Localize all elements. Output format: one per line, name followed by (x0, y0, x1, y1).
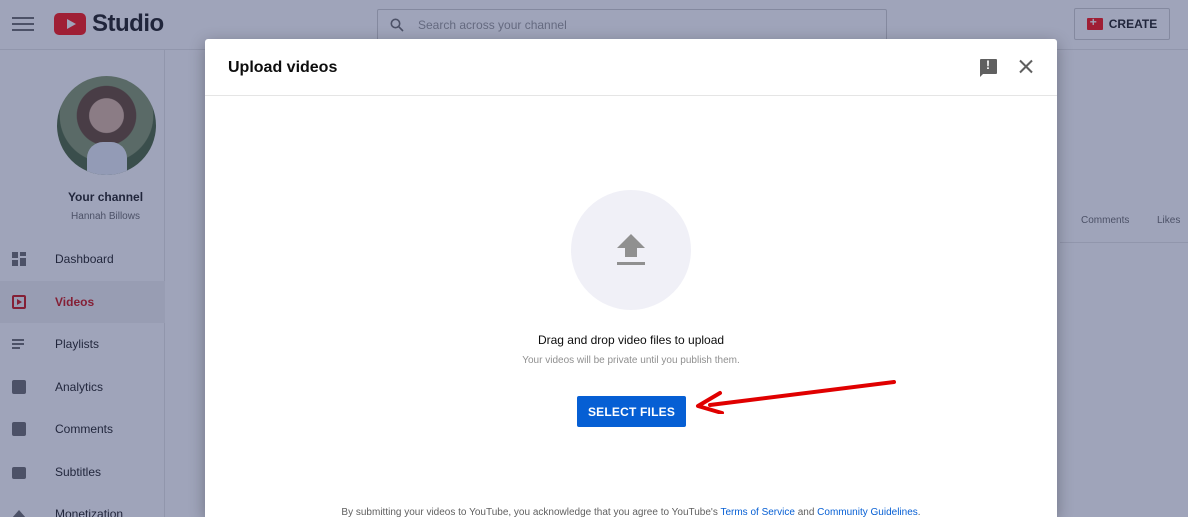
privacy-note: Your videos will be private until you pu… (522, 355, 740, 366)
terms-notice: By submitting your videos to YouTube, yo… (205, 507, 1057, 517)
close-icon[interactable] (1018, 58, 1034, 74)
community-guidelines-link[interactable]: Community Guidelines (817, 507, 918, 517)
feedback-icon[interactable] (980, 58, 997, 77)
terms-of-service-link[interactable]: Terms of Service (720, 507, 794, 517)
select-files-button[interactable]: SELECT FILES (577, 396, 686, 427)
terms-and: and (794, 507, 818, 517)
dialog-header: Upload videos (205, 39, 1057, 96)
dialog-title: Upload videos (228, 59, 338, 76)
upload-icon (617, 234, 645, 265)
upload-dialog: Upload videos Drag and drop video files … (205, 39, 1057, 517)
drag-drop-instructions: Drag and drop video files to upload (537, 333, 725, 347)
annotation-arrow (696, 380, 896, 414)
terms-suffix: . (917, 507, 921, 517)
upload-drop-zone[interactable] (571, 190, 691, 310)
terms-prefix: By submitting your videos to YouTube, yo… (341, 507, 721, 517)
